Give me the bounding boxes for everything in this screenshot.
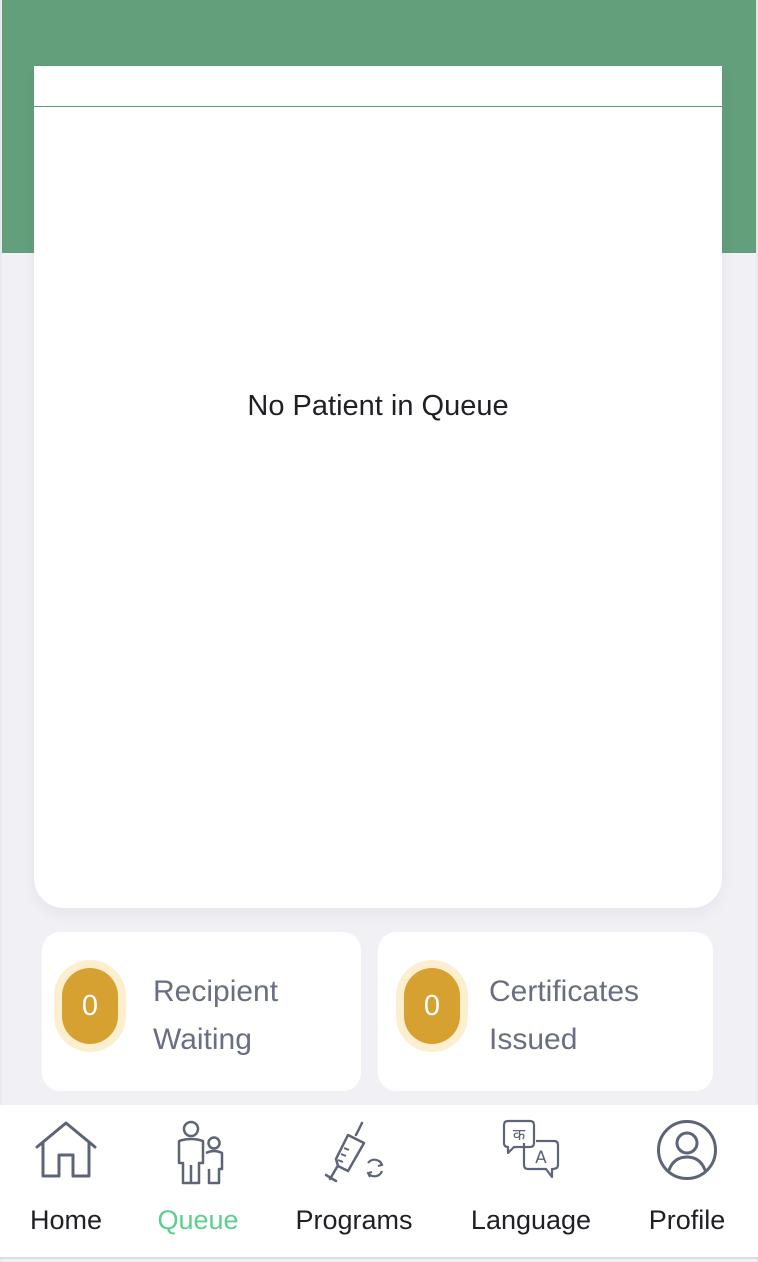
recipient-waiting-card[interactable]: 0 Recipient Waiting [42,932,361,1091]
svg-text:क: क [513,1125,526,1144]
recipient-waiting-label-line1: Recipient [153,975,279,1008]
recipient-waiting-count: 0 [62,968,118,1044]
vaccine-syringe-icon [324,1121,384,1183]
tab-queue[interactable]: Queue [142,1105,254,1257]
queue-people-icon [177,1120,224,1185]
tab-profile-label: Profile [648,1205,726,1235]
tab-profile[interactable]: Profile [634,1105,740,1257]
home-icon [35,1121,97,1178]
certificates-issued-count: 0 [404,968,460,1044]
tab-programs[interactable]: Programs [284,1105,424,1257]
tab-programs-label: Programs [295,1205,413,1235]
certificates-issued-card[interactable]: 0 Certificates Issued [378,932,713,1091]
tab-language[interactable]: क A Language [458,1105,604,1257]
tab-home[interactable]: Home [10,1105,122,1257]
language-translate-icon: क A [502,1119,560,1179]
empty-queue-message: No Patient in Queue [247,390,509,422]
tab-queue-label: Queue [157,1205,239,1235]
queue-card-header [34,66,722,107]
profile-user-icon [657,1120,717,1180]
certificates-issued-label-line2: Issued [489,1023,578,1056]
left-edge-divider [0,0,2,1262]
certificates-issued-label-line1: Certificates [489,975,640,1008]
recipient-waiting-label: Recipient Waiting [153,968,278,1064]
certificates-issued-label: Certificates Issued [489,968,639,1064]
recipient-waiting-label-line2: Waiting [153,1023,252,1056]
queue-card: No Patient in Queue [34,66,722,908]
svg-text:A: A [535,1148,547,1168]
tab-language-label: Language [470,1205,592,1235]
tab-home-label: Home [29,1205,103,1235]
bottom-tab-bar: Home Queue Programs क A Language Profile [0,1105,758,1259]
